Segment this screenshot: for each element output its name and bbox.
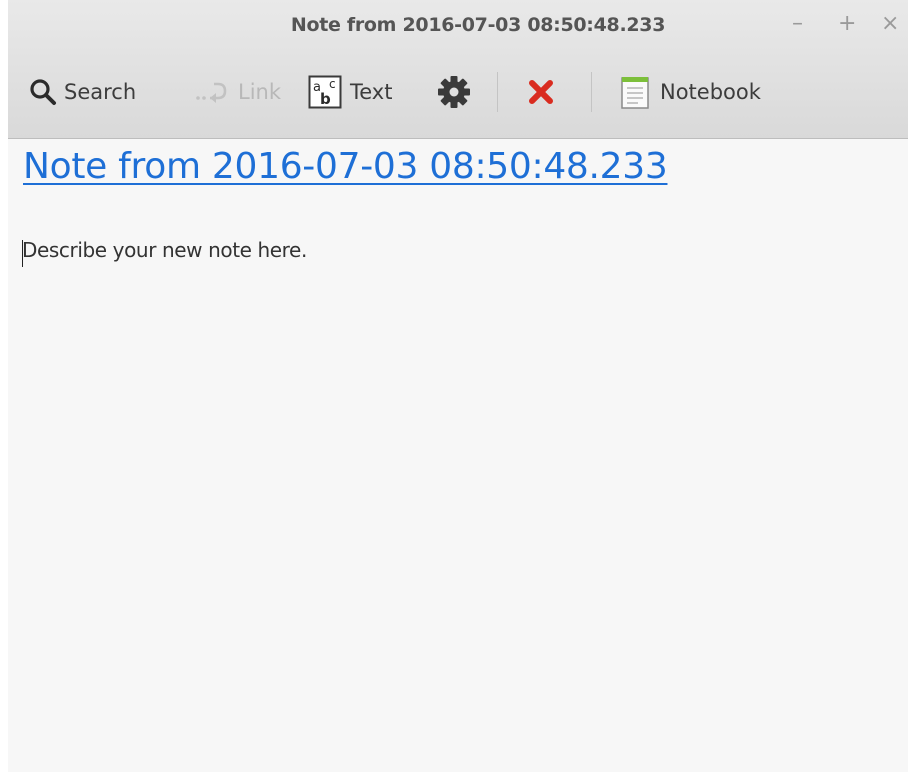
minimize-button[interactable]: – (792, 10, 803, 38)
svg-text:c: c (329, 77, 336, 91)
text-format-button[interactable]: a c b Text (308, 72, 392, 112)
note-title-link[interactable]: Note from 2016-07-03 08:50:48.233 (23, 146, 668, 187)
text-format-label: Text (350, 80, 393, 104)
title-bar[interactable]: Note from 2016-07-03 08:50:48.233 – + × (8, 0, 908, 52)
note-body-text[interactable]: Describe your new note here. (22, 238, 307, 262)
toolbar: Search Link a c b Text Notebook (8, 64, 908, 120)
delete-icon (526, 77, 556, 107)
link-button[interactable]: Link (192, 72, 281, 112)
search-label: Search (64, 80, 137, 104)
notebook-icon (620, 74, 650, 110)
svg-text:b: b (320, 90, 331, 108)
link-label: Link (238, 80, 282, 104)
window-edge (0, 0, 8, 772)
text-format-icon: a c b (308, 75, 342, 109)
gear-icon (436, 74, 472, 110)
link-icon (192, 77, 232, 107)
search-button[interactable]: Search (28, 72, 136, 112)
toolbar-separator (591, 72, 592, 112)
search-icon (28, 77, 58, 107)
close-button[interactable]: × (881, 10, 899, 38)
toolbar-separator (497, 72, 498, 112)
maximize-button[interactable]: + (838, 10, 856, 38)
notebook-label: Notebook (660, 80, 761, 104)
window-title: Note from 2016-07-03 08:50:48.233 (290, 14, 666, 36)
settings-button[interactable] (436, 72, 472, 112)
window-header: Note from 2016-07-03 08:50:48.233 – + × … (8, 0, 908, 139)
delete-button[interactable] (526, 72, 556, 112)
notebook-button[interactable]: Notebook (620, 72, 761, 112)
note-window: Note from 2016-07-03 08:50:48.233 – + × … (0, 0, 908, 772)
